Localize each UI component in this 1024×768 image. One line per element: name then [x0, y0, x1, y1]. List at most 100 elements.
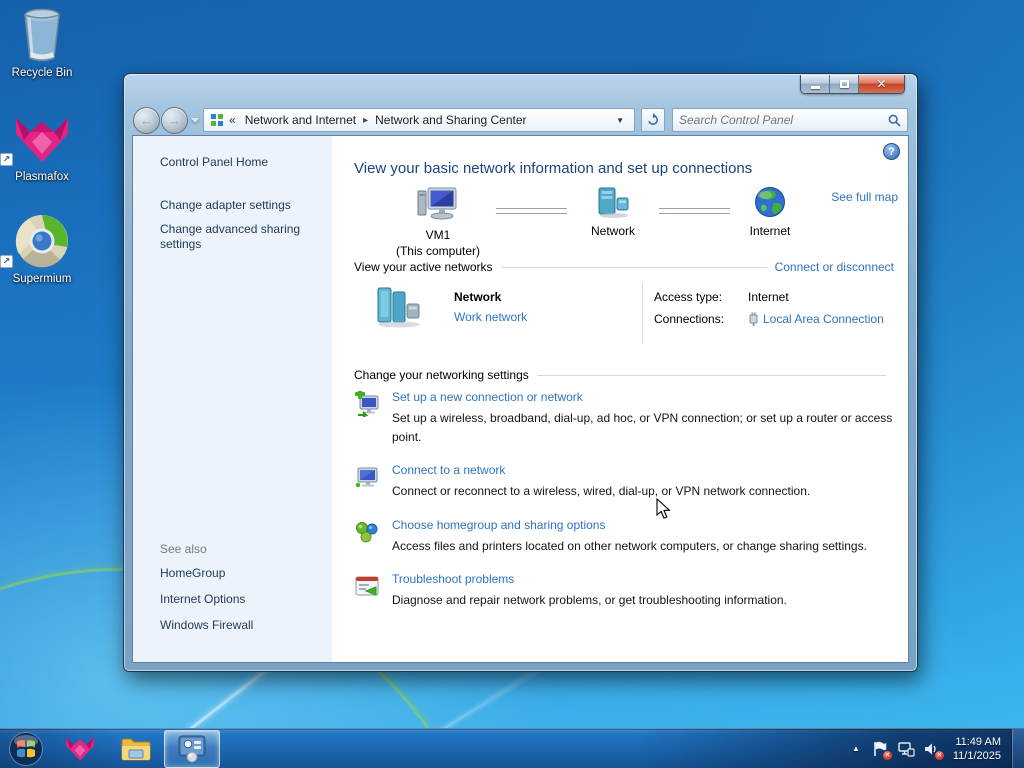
sidebar-item-change-advanced-sharing[interactable]: Change advanced sharing settings	[160, 222, 322, 252]
breadcrumb-network-and-internet[interactable]: Network and Internet	[243, 113, 358, 127]
shortcut-arrow-icon: ↗	[0, 153, 13, 166]
work-network-icon[interactable]	[374, 284, 424, 331]
clock[interactable]: 11:49 AM 11/1/2025	[953, 735, 1001, 763]
plasmafox-taskbar-icon	[66, 736, 94, 761]
sidebar-see-also-group: See also HomeGroup Internet Options Wind…	[160, 542, 322, 644]
map-internet-label: Internet	[749, 224, 791, 238]
active-network-row: Network Work network Access type: Intern…	[354, 282, 894, 346]
wallpaper-streak	[967, 0, 1024, 252]
search-input[interactable]	[679, 113, 888, 127]
maximize-icon	[839, 80, 849, 88]
desktop-icon-supermium[interactable]: ↗ Supermium	[0, 212, 84, 285]
desktop-icon-label: Plasmafox	[15, 171, 69, 183]
desktop-icon-label: Recycle Bin	[11, 67, 73, 79]
choose-homegroup-desc: Access files and printers located on oth…	[392, 538, 867, 553]
connect-to-network-desc: Connect or reconnect to a wireless, wire…	[392, 484, 811, 499]
work-network-link[interactable]: Work network	[454, 310, 527, 324]
forward-button[interactable]: →	[161, 106, 188, 134]
breadcrumb-separator-icon: ▸	[363, 114, 369, 126]
taskbar: ▲ ✕ ✕ 11:49 AM 11/1/2025	[0, 728, 1024, 768]
taskbar-button-plasmafox[interactable]	[52, 730, 108, 768]
page-title: View your basic network information and …	[354, 160, 753, 177]
minimize-icon	[810, 85, 820, 89]
tray-date: 11/1/2025	[952, 749, 1001, 762]
connections-label: Connections:	[654, 311, 725, 326]
volume-icon[interactable]: ✕	[923, 740, 944, 760]
maximize-button[interactable]	[830, 75, 859, 93]
close-button[interactable]: ✕	[859, 75, 904, 93]
sidebar-item-change-adapter-settings[interactable]: Change adapter settings	[160, 198, 322, 213]
sidebar-item-homegroup[interactable]: HomeGroup	[160, 566, 322, 581]
back-icon: ←	[140, 112, 153, 128]
desktop-icon-label: Supermium	[12, 273, 72, 285]
address-dropdown-icon[interactable]: ▼	[610, 116, 630, 125]
taskbar-button-control-panel[interactable]	[164, 729, 220, 768]
folder-icon	[121, 738, 151, 760]
map-network-label: Network	[590, 224, 635, 238]
map-node-network[interactable]: Network	[567, 186, 659, 240]
divider	[642, 282, 643, 344]
refresh-icon	[648, 113, 658, 125]
tray-time: 11:49 AM	[955, 735, 1001, 748]
desktop-icon-recycle-bin[interactable]: Recycle Bin	[0, 6, 84, 79]
forward-icon: →	[168, 112, 181, 128]
address-bar[interactable]: « Network and Internet ▸ Network and Sha…	[203, 108, 635, 132]
map-computer-subtitle: (This computer)	[395, 243, 481, 258]
choose-homegroup-link[interactable]: Choose homegroup and sharing options	[392, 518, 867, 532]
setting-item-connect-to-network: Connect to a network Connect or reconnec…	[354, 463, 898, 501]
show-hidden-icons-button[interactable]: ▲	[845, 744, 867, 753]
settings-list: Set up a new connection or network Set u…	[354, 390, 898, 627]
start-button[interactable]	[0, 729, 52, 768]
help-button[interactable]: ?	[883, 143, 900, 160]
system-tray: ▲ ✕ ✕ 11:49 AM 11/1/2025	[845, 728, 1024, 768]
desktop: Recycle Bin ↗ Plasmafox ↗ Supermium ✕ ← …	[0, 0, 1024, 768]
close-icon: ✕	[876, 77, 887, 91]
divider	[500, 267, 767, 268]
map-node-internet[interactable]: Internet	[730, 186, 810, 240]
action-center-icon[interactable]: ✕	[871, 740, 892, 760]
computer-icon	[417, 187, 457, 220]
search-box[interactable]	[672, 108, 908, 132]
sidebar-item-control-panel-home[interactable]: Control Panel Home	[160, 155, 322, 170]
network-sharing-center-window: ✕ ← → « Network and Internet ▸ Network a…	[123, 73, 918, 672]
see-full-map-link[interactable]: See full map	[831, 190, 898, 204]
taskbar-button-explorer[interactable]	[108, 730, 164, 768]
network-tray-icon[interactable]	[897, 740, 915, 758]
main-content: ? View your basic network information an…	[332, 136, 908, 662]
show-desktop-button[interactable]	[1011, 728, 1024, 768]
recent-pages-dropdown[interactable]	[191, 117, 199, 123]
back-button[interactable]: ←	[133, 106, 160, 134]
search-icon	[888, 114, 901, 127]
sidebar-item-internet-options[interactable]: Internet Options	[160, 592, 322, 607]
sidebar-item-windows-firewall[interactable]: Windows Firewall	[160, 618, 322, 633]
local-area-connection-link[interactable]: Local Area Connection	[763, 312, 884, 326]
window-body: Control Panel Home Change adapter settin…	[132, 135, 909, 663]
map-node-computer[interactable]: VM1 (This computer)	[380, 186, 496, 259]
setup-new-connection-link[interactable]: Set up a new connection or network	[392, 390, 897, 404]
plasmafox-icon: ↗	[0, 110, 84, 166]
connect-or-disconnect-link[interactable]: Connect or disconnect	[775, 260, 894, 274]
setting-item-troubleshoot: Troubleshoot problems Diagnose and repai…	[354, 572, 898, 610]
supermium-icon: ↗	[0, 212, 84, 268]
breadcrumb-overflow-chevrons[interactable]: «	[229, 113, 236, 127]
homegroup-icon	[356, 521, 378, 543]
refresh-button[interactable]	[641, 108, 665, 132]
active-networks-label: View your active networks	[354, 260, 493, 274]
network-location-icon	[211, 114, 223, 126]
network-icon	[598, 187, 629, 218]
sidebar: Control Panel Home Change adapter settin…	[133, 136, 332, 662]
connect-to-network-link[interactable]: Connect to a network	[392, 463, 810, 477]
recycle-bin-icon	[0, 6, 84, 62]
new-connection-icon	[355, 391, 379, 417]
divider	[536, 375, 886, 376]
action-center-alert-badge: ✕	[882, 750, 892, 760]
windows-start-orb-icon	[9, 731, 43, 766]
troubleshoot-problems-desc: Diagnose and repair network problems, or…	[392, 593, 787, 608]
breadcrumb-network-sharing-center[interactable]: Network and Sharing Center	[373, 113, 528, 127]
help-icon: ?	[888, 145, 895, 158]
active-networks-header: View your active networks Connect or dis…	[354, 260, 894, 274]
map-connection-line	[496, 208, 567, 214]
desktop-icon-plasmafox[interactable]: ↗ Plasmafox	[0, 110, 84, 183]
minimize-button[interactable]	[801, 75, 830, 93]
troubleshoot-problems-link[interactable]: Troubleshoot problems	[392, 572, 787, 586]
